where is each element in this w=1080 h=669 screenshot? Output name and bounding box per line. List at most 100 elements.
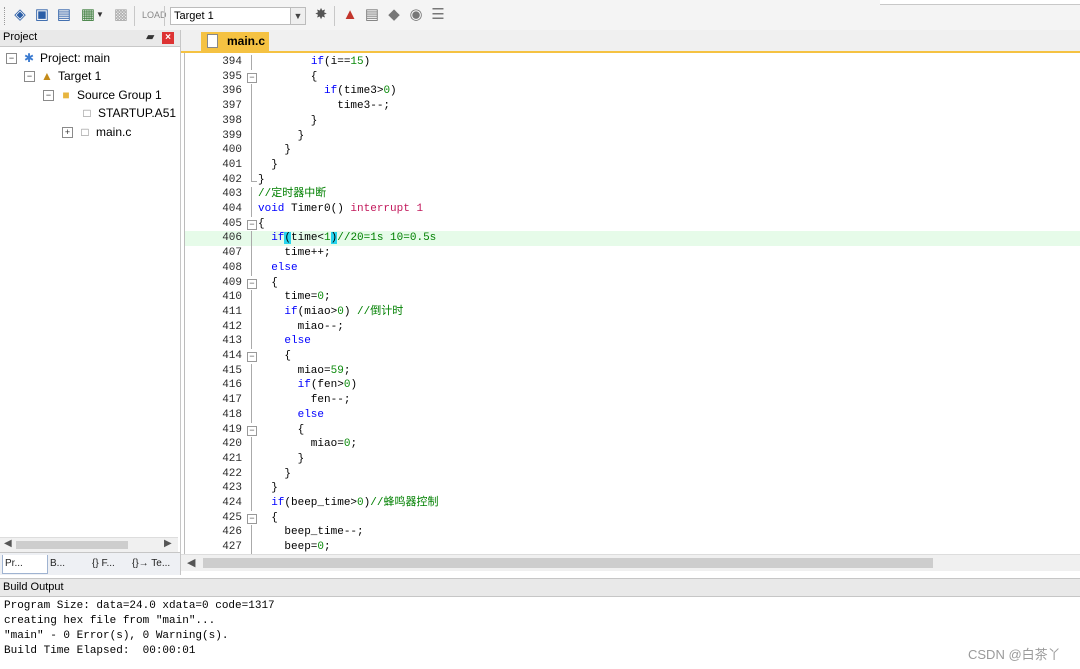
code-line[interactable]: 427 beep=0;: [185, 540, 1080, 554]
code-line[interactable]: 415 miao=59;: [185, 363, 1080, 379]
code-line[interactable]: 411 if(miao>0) //倒计时: [185, 304, 1080, 320]
collapse-icon[interactable]: −: [6, 53, 17, 65]
code-line[interactable]: 400 }: [185, 143, 1080, 159]
code-line[interactable]: 418 else: [185, 407, 1080, 423]
code-line[interactable]: 396 if(time3>0): [185, 84, 1080, 100]
book-icon[interactable]: ☰: [429, 7, 447, 23]
code-editor[interactable]: 394 if(i==15) 395− {396 if(time3>0) 397 ti…: [184, 53, 1080, 554]
code-text: {: [258, 276, 278, 289]
code-line[interactable]: 425− {: [185, 511, 1080, 526]
code-text: time3--;: [258, 100, 391, 113]
chevron-down-icon[interactable]: ▼: [290, 8, 305, 24]
code-line[interactable]: 422 }: [185, 466, 1080, 482]
target-options-icon[interactable]: ✸: [312, 7, 330, 23]
code-line[interactable]: 414− {: [185, 349, 1080, 364]
tree-item-project[interactable]: − ✱ Project: main: [6, 49, 110, 67]
manage-components-icon[interactable]: ▲: [341, 7, 359, 23]
scroll-right-icon[interactable]: ▶: [164, 538, 172, 549]
tab-templates[interactable]: {}→ Te...: [130, 555, 178, 573]
code-line[interactable]: 426 beep_time--;: [185, 525, 1080, 541]
line-number: 407: [222, 247, 242, 260]
code-text: }: [258, 129, 305, 142]
line-number: 394: [222, 56, 242, 68]
project-horizontal-scrollbar[interactable]: ◀ ▶: [0, 537, 178, 552]
line-number: 414: [222, 350, 242, 362]
build-icon[interactable]: ▣: [33, 7, 51, 23]
code-text: time=0;: [258, 291, 331, 304]
tab-functions[interactable]: {} F...: [90, 555, 130, 573]
build-output-line: "main" - 0 Error(s), 0 Warning(s).: [4, 630, 229, 642]
batch-build-dropdown-icon[interactable]: ▼: [95, 7, 105, 23]
code-text: beep_time--;: [258, 526, 364, 539]
target-select[interactable]: Target 1 ▼: [170, 7, 306, 25]
code-line[interactable]: 404 void Timer0() interrupt 1: [185, 202, 1080, 217]
tree-item-target[interactable]: − ▲ Target 1: [24, 67, 101, 85]
scrollbar-thumb[interactable]: [16, 541, 128, 549]
code-text: }: [258, 482, 278, 495]
code-text: if(time<1)//20=1s 10=0.5s: [271, 232, 437, 245]
code-line[interactable]: 397 time3--;: [185, 99, 1080, 115]
translate-icon[interactable]: ◈: [11, 7, 29, 23]
code-line[interactable]: 409− {: [185, 276, 1080, 291]
code-line[interactable]: 420 miao=0;: [185, 437, 1080, 453]
code-line[interactable]: 410 time=0;: [185, 290, 1080, 306]
toolbar-separator: [334, 6, 335, 26]
toolbar-grip[interactable]: [4, 7, 7, 25]
line-number: 412: [222, 320, 242, 333]
select-packs-icon[interactable]: ▤: [363, 7, 381, 23]
pin-icon[interactable]: ▰: [146, 30, 154, 43]
code-line[interactable]: 398 }: [185, 113, 1080, 129]
download-icon[interactable]: LOAD: [142, 7, 167, 23]
build-output-panel[interactable]: Program Size: data=24.0 xdata=0 code=131…: [0, 597, 1080, 669]
collapse-icon[interactable]: −: [24, 71, 35, 83]
code-line[interactable]: 417 fen--;: [185, 393, 1080, 409]
code-line[interactable]: 405−{: [185, 217, 1080, 232]
code-line[interactable]: 416 if(fen>0): [185, 378, 1080, 394]
tree-item-startup[interactable]: □ STARTUP.A51: [79, 104, 176, 122]
code-line[interactable]: 407 time++;: [185, 246, 1080, 262]
code-line[interactable]: 408 else: [185, 260, 1080, 276]
code-line[interactable]: 406 if(time<1)//20=1s 10=0.5s: [185, 231, 1080, 247]
editor-horizontal-scrollbar[interactable]: ◀: [181, 554, 1080, 571]
line-number: 418: [222, 408, 242, 421]
tab-project[interactable]: Pr...: [2, 555, 48, 574]
tree-item-label: STARTUP.A51: [98, 106, 177, 120]
line-number: 401: [222, 158, 242, 171]
code-text: if(miao>0) //倒计时: [284, 305, 404, 318]
stop-build-icon[interactable]: ▩: [112, 7, 130, 23]
close-icon[interactable]: ×: [162, 32, 174, 44]
code-line[interactable]: 403 //定时器中断: [185, 187, 1080, 203]
code-line[interactable]: 394 if(i==15): [185, 55, 1080, 70]
code-line[interactable]: 423 }: [185, 481, 1080, 497]
tree-item-source-group[interactable]: − ■ Source Group 1: [43, 86, 162, 104]
tab-books[interactable]: B...: [48, 555, 88, 573]
code-line[interactable]: 419− {: [185, 423, 1080, 438]
line-number: 397: [222, 100, 242, 113]
expand-icon[interactable]: +: [62, 127, 73, 139]
line-number: 396: [222, 85, 242, 98]
line-number: 416: [222, 379, 242, 392]
tab-main-c[interactable]: main.c: [201, 32, 269, 51]
tab-label: {} F...: [92, 558, 115, 569]
code-line[interactable]: 424 if(beep_time>0)//蜂鸣器控制: [185, 496, 1080, 511]
code-text: if(fen>0): [297, 379, 358, 392]
code-line[interactable]: 412 miao--;: [185, 319, 1080, 335]
rebuild-icon[interactable]: ▤: [55, 7, 73, 23]
scroll-left-icon[interactable]: ◀: [4, 538, 12, 549]
scrollbar-thumb[interactable]: [203, 558, 933, 568]
collapse-icon[interactable]: −: [43, 90, 54, 102]
code-line[interactable]: 421 }: [185, 451, 1080, 467]
build-output-title: Build Output: [3, 581, 64, 593]
toolbar: ◈ ▣ ▤ ▦ ▼ ▩ LOAD Target 1 ▼ ✸ ▲ ▤ ◆ ◉ ☰: [0, 0, 1080, 33]
code-line[interactable]: 399 }: [185, 128, 1080, 144]
code-line[interactable]: 401 }: [185, 157, 1080, 173]
tree-item-main-c[interactable]: + □ main.c: [62, 123, 131, 141]
pack-installer-icon[interactable]: ◆: [385, 7, 403, 23]
code-line[interactable]: 395− {: [185, 70, 1080, 85]
code-line[interactable]: 413 else: [185, 334, 1080, 350]
rte-icon[interactable]: ◉: [407, 7, 425, 23]
scroll-left-icon[interactable]: ◀: [187, 556, 195, 569]
code-line[interactable]: 402}: [185, 172, 1080, 188]
line-number: 404: [222, 203, 242, 215]
build-output-line: Program Size: data=24.0 xdata=0 code=131…: [4, 600, 275, 612]
